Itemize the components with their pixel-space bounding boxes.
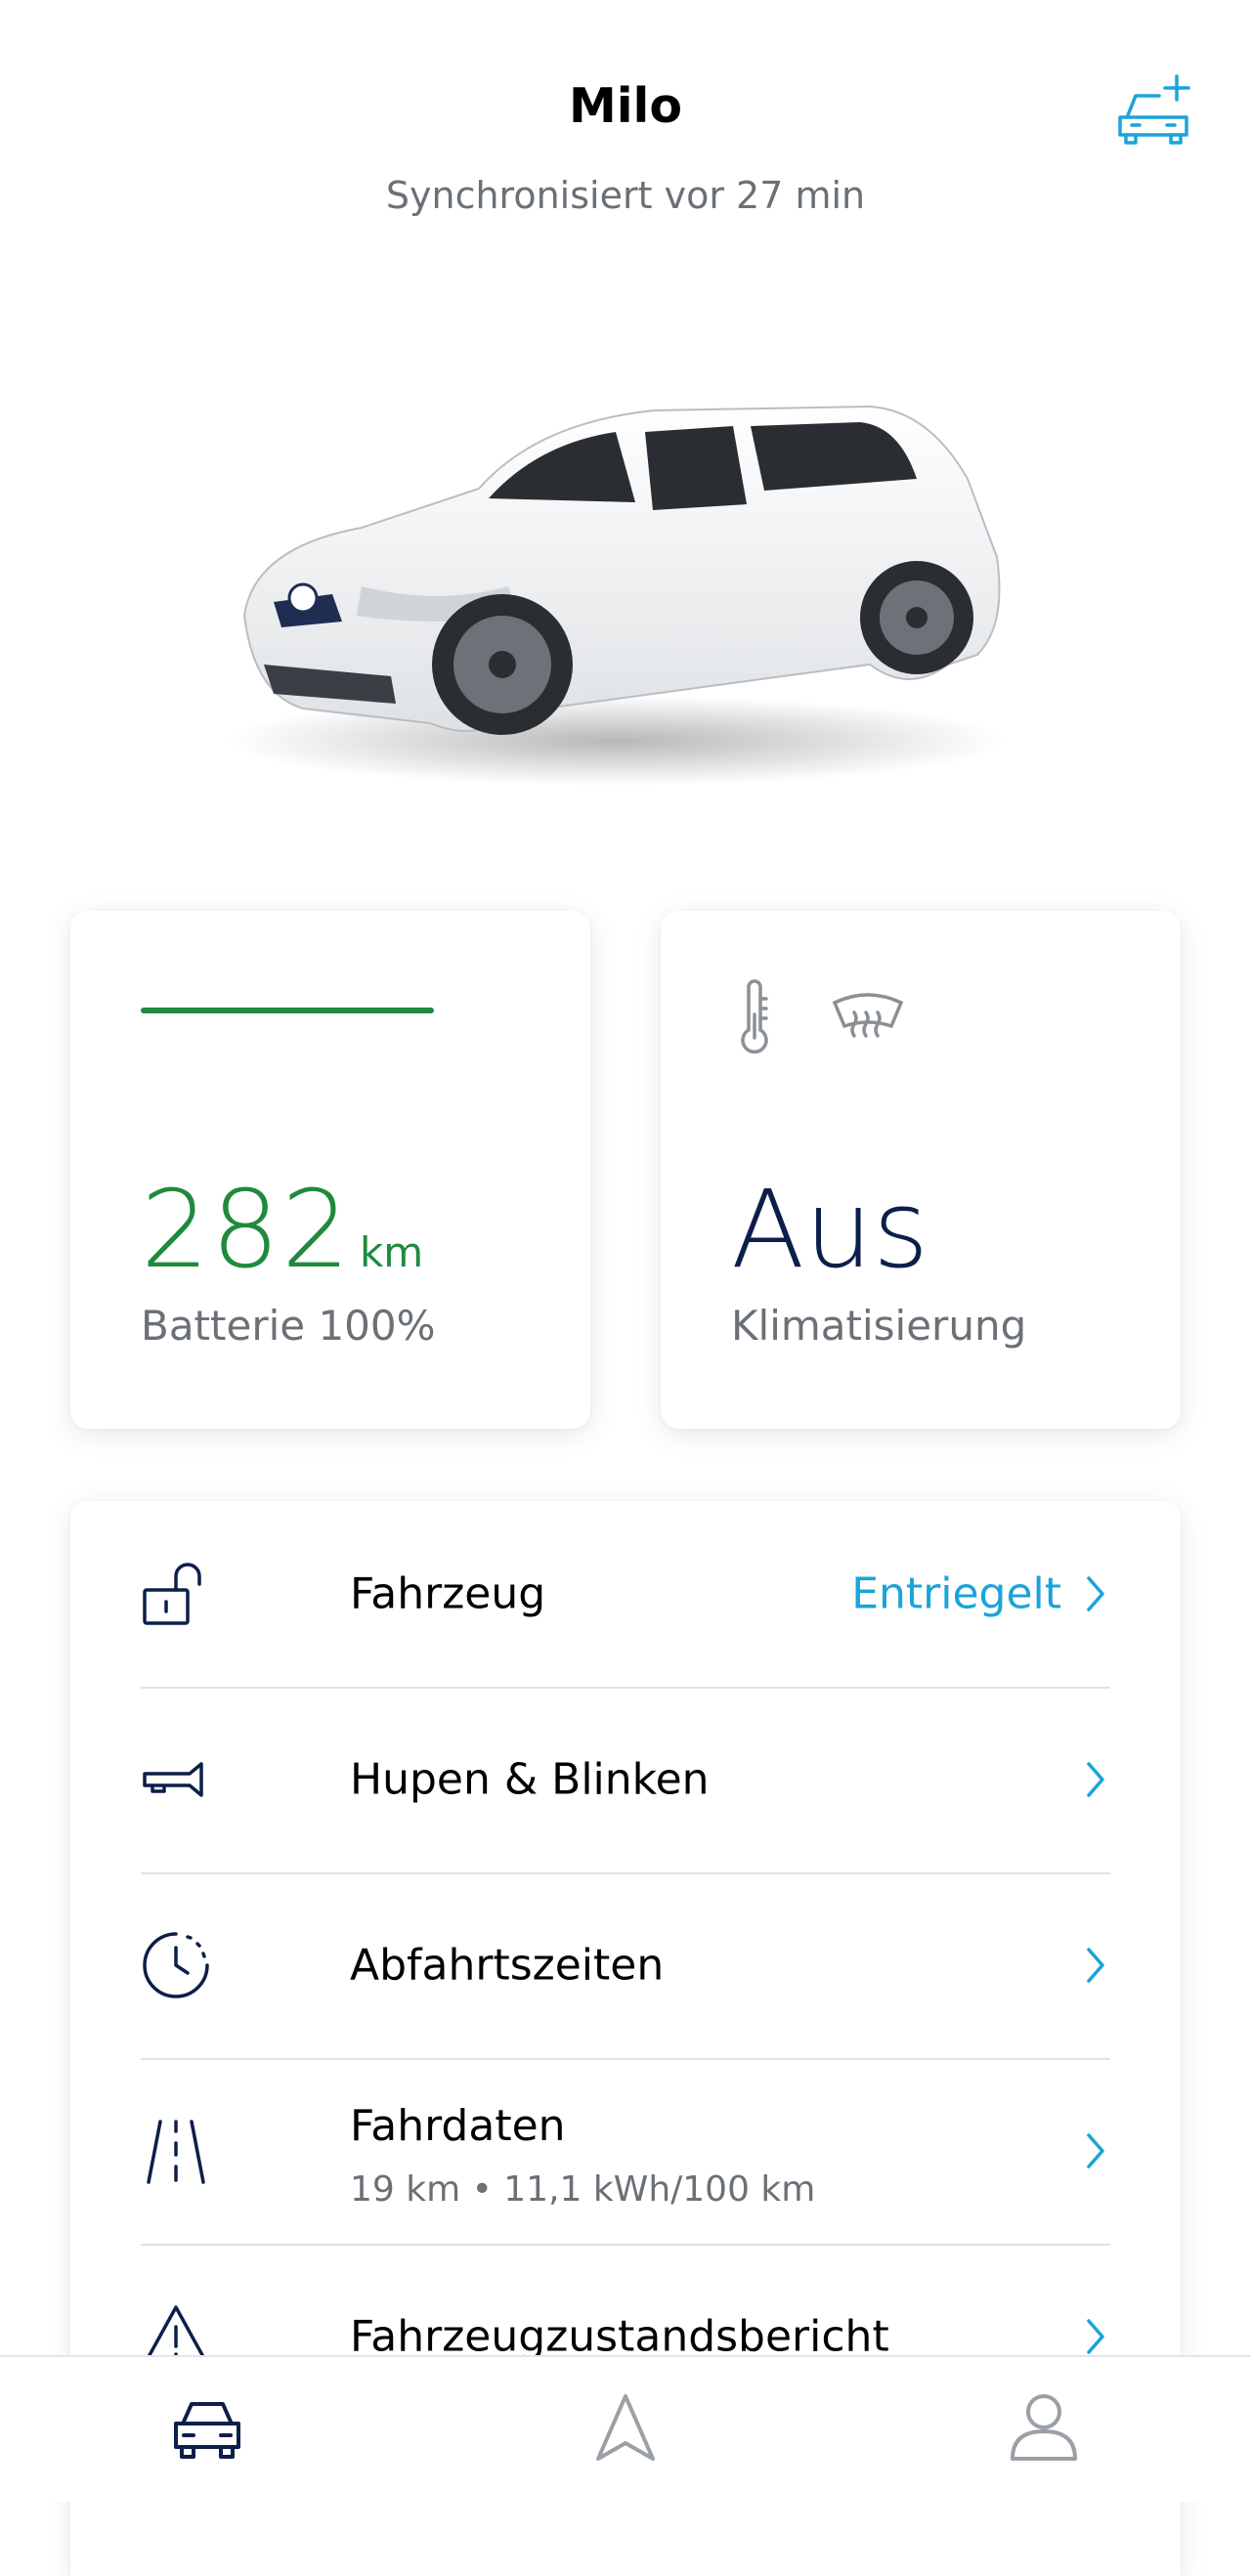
add-vehicle-button[interactable] xyxy=(1116,70,1196,145)
vehicle-name-title: Milo xyxy=(568,78,683,134)
battery-range-card[interactable]: 282 km Batterie 100% xyxy=(70,911,590,1429)
climate-card[interactable]: Aus Klimatisierung xyxy=(661,911,1181,1429)
climate-icons xyxy=(735,979,930,1057)
list-item-label: Fahrzeug xyxy=(350,1568,546,1619)
range-unit: km xyxy=(359,1228,424,1276)
rear-window-heating-icon xyxy=(832,993,904,1038)
range-readout: 282 km xyxy=(141,1167,423,1292)
horn-icon xyxy=(143,1762,203,1797)
list-item-fahrzeug[interactable]: Fahrzeug Entriegelt xyxy=(141,1501,1110,1689)
battery-level-bar xyxy=(141,1008,434,1013)
chevron-right-icon xyxy=(1087,2133,1104,2168)
list-item-fahrdaten[interactable]: Fahrdaten 19 km • 11,1 kWh/100 km xyxy=(141,2058,1110,2246)
lock-status-value: Entriegelt xyxy=(851,1568,1061,1619)
climate-status-value: Aus xyxy=(731,1167,929,1292)
header: Milo Synchronisiert vor 27 min xyxy=(0,0,1251,254)
chevron-right-icon xyxy=(1087,1948,1104,1983)
sync-status: Synchronisiert vor 27 min xyxy=(385,174,866,217)
car-icon xyxy=(174,2402,240,2459)
chevron-right-icon xyxy=(1087,1576,1104,1611)
climate-label: Klimatisierung xyxy=(731,1302,1027,1350)
profile-icon xyxy=(1011,2394,1077,2461)
tab-profile[interactable] xyxy=(1005,2388,1083,2467)
vehicle-image xyxy=(186,371,1046,801)
battery-label: Batterie 100% xyxy=(141,1302,436,1350)
range-value: 282 xyxy=(141,1167,352,1292)
clock-icon xyxy=(143,1932,209,1998)
trip-data-summary: 19 km • 11,1 kWh/100 km xyxy=(350,2169,816,2210)
list-item-label: Abfahrtszeiten xyxy=(350,1940,665,1991)
chevron-right-icon xyxy=(1087,1762,1104,1797)
list-item-label: Hupen & Blinken xyxy=(350,1754,710,1805)
bottom-tab-bar xyxy=(0,2355,1251,2502)
list-item-hupen-blinken[interactable]: Hupen & Blinken xyxy=(141,1687,1110,1874)
list-item-label: Fahrzeugzustandsbericht xyxy=(350,2311,889,2362)
list-item-abfahrtszeiten[interactable]: Abfahrtszeiten xyxy=(141,1872,1110,2060)
tab-vehicle[interactable] xyxy=(168,2388,246,2467)
thermometer-icon xyxy=(741,979,768,1054)
battery-level-fill xyxy=(141,1008,434,1013)
chevron-right-icon xyxy=(1087,2319,1104,2354)
car-plus-icon xyxy=(1118,74,1190,145)
road-icon xyxy=(147,2120,205,2184)
unlocked-padlock-icon xyxy=(143,1563,201,1625)
navigation-arrow-icon xyxy=(596,2394,655,2461)
tab-navigation[interactable] xyxy=(586,2388,665,2467)
list-item-label: Fahrdaten xyxy=(350,2101,566,2151)
